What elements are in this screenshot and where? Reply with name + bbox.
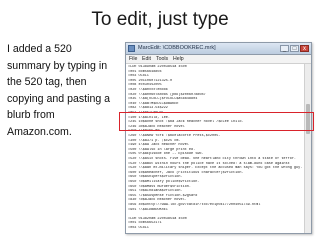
record-line[interactable]: =520 \\$aan ex-military sniper. Except t… [128, 166, 303, 170]
record-line[interactable]: =003 OCoLC [128, 226, 303, 230]
record-line[interactable]: =LDR 01382nam 22003854a 4500 [128, 217, 303, 221]
record-line[interactable]: =505 0\$aEpisode one -- Episode two. [128, 152, 303, 156]
record-line[interactable]: =LDR 01389nam 22003854a 4500 [128, 65, 303, 69]
menu-help[interactable]: Help [173, 55, 184, 63]
slide-title: To edit, just type [91, 9, 229, 30]
record-line[interactable]: =520 \\$aSix shots. Five dead. One heart… [128, 157, 303, 161]
body-line: summary by typing in [7, 59, 108, 72]
menu-bar: File Edit Tools Help [126, 55, 311, 64]
record-line[interactable]: =651 \0$aIndiana$vFiction. [128, 189, 303, 193]
record-line[interactable]: =040 \\$aBTM$cDLC$dBAKER [128, 102, 303, 106]
body-line: blurb from [7, 109, 55, 122]
record-line[interactable]: =035 \\$a(OCoLC)$rOCoLC$a56648804 [128, 97, 303, 101]
maximize-button[interactable]: □ [290, 45, 299, 52]
menu-edit[interactable]: Edit [142, 55, 151, 63]
record-line[interactable]: =003 OCoLC [128, 74, 303, 78]
record-line[interactable]: =020 \\$a0060788085 (pbk)$z0060788087 [128, 93, 303, 97]
record-line[interactable]: =001 ocm56652171 [128, 221, 303, 225]
body-line: I added a 520 [7, 43, 72, 55]
record-line[interactable]: =001 ocm56648804 [128, 70, 303, 74]
body-line: Amazon.com. [7, 125, 72, 138]
record-line[interactable]: =650 \0$aMass murder$vFiction. [128, 185, 303, 189]
record-line[interactable] [128, 212, 303, 216]
record-line[interactable]: =005 20110607121325.0 [128, 79, 303, 83]
marc-record-editor[interactable]: =LDR 01389nam 22003854a 4500 =001 ocm5664… [128, 65, 303, 233]
record-line[interactable]: =500 \\$aAlso in large print ed. [128, 148, 303, 152]
record-line[interactable]: =082 \\$a813.54$222 [128, 106, 303, 110]
minimize-button[interactable]: _ [280, 45, 289, 52]
highlight-520-box [119, 112, 314, 131]
body-line: the 520 tag, then [7, 76, 87, 89]
window-titlebar: MarcEdit: \CDBBOOKREC.mrk] _ □ x [126, 43, 311, 55]
record-line[interactable]: =650 \0$aSnipers$vFiction. [128, 175, 303, 179]
record-line[interactable]: =300 \\$a371 p. ;$c25 cm. [128, 139, 303, 143]
record-line[interactable]: =650 \0$aMilitary police$vFiction. [128, 180, 303, 184]
record-line[interactable]: =008 ec0304s2005 [128, 83, 303, 87]
record-line[interactable]: =600 10$aReacher, Jack (Fictitious chara… [128, 171, 303, 175]
record-line[interactable]: =856 40$uhttp://www.loc.gov/catdir/toc/e… [128, 203, 303, 207]
record-line[interactable]: =520 \\$aBut within hours the police hav… [128, 162, 303, 166]
embedded-screenshot: MarcEdit: \CDBBOOKREC.mrk] _ □ x File Ed… [125, 42, 312, 234]
record-line[interactable]: =020 \\$a0xxx\ebook [128, 88, 303, 92]
close-button[interactable]: x [300, 45, 309, 52]
menu-file[interactable]: File [129, 55, 137, 63]
menu-tools[interactable]: Tools [156, 55, 168, 63]
record-line[interactable]: =830 \0$aJack Reacher novel. [128, 198, 303, 202]
record-line[interactable]: =490 1\$aA Jack Reacher novel [128, 143, 303, 147]
window-title: MarcEdit: \CDBBOOKREC.mrk] [138, 45, 216, 51]
slide-body-text: I added a 520 summary by typing in the 5… [7, 41, 119, 141]
body-line: copying and pasting a [7, 92, 111, 105]
app-icon [128, 45, 135, 52]
record-line[interactable]: =260 \\$aNew York :$bDelacorte Press,$c2… [128, 134, 303, 138]
record-line[interactable]: =901 \\$aCDBBOOKREC [128, 208, 303, 212]
vertical-scrollbar[interactable] [304, 64, 311, 233]
record-line[interactable]: =655 \7$aSuspense fiction.$2gsafd [128, 194, 303, 198]
